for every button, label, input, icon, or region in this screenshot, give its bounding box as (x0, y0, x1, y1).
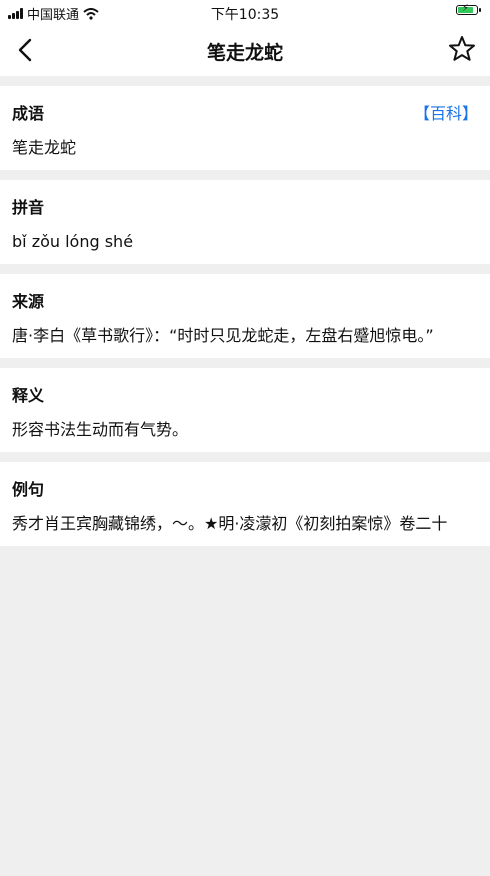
page-title: 笔走龙蛇 (206, 42, 283, 64)
section-title: 释义 (12, 386, 45, 405)
section-body: 秀才肖王宾胸藏锦绣，～。★明·凌濛初《初刻拍案惊》卷二十 (12, 514, 448, 533)
section-title: 成语 (12, 104, 45, 123)
section-title: 来源 (12, 292, 45, 311)
section-meaning: 释义 形容书法生动而有气势。 (0, 368, 490, 452)
section-body: 笔走龙蛇 (12, 138, 77, 157)
baike-link[interactable]: 【百科】 (414, 100, 478, 124)
section-body: 唐·李白《草书歌行》：“时时只见龙蛇走，左盘右蹙旭惊电。” (12, 326, 434, 345)
section-source: 来源 唐·李白《草书歌行》：“时时只见龙蛇走，左盘右蹙旭惊电。” (0, 274, 490, 358)
section-idiom: 成语 【百科】 笔走龙蛇 (0, 86, 490, 170)
section-title: 例句 (12, 480, 45, 499)
battery-icon: ⚡ (456, 3, 481, 15)
section-title: 拼音 (12, 198, 45, 217)
section-pinyin: 拼音 bǐ zǒu lóng shé (0, 180, 490, 264)
nav-bar: 笔走龙蛇 (0, 24, 490, 76)
status-time: 下午10:35 (210, 7, 280, 23)
section-example: 例句 秀才肖王宾胸藏锦绣，～。★明·凌濛初《初刻拍案惊》卷二十 (0, 462, 490, 546)
status-bar: 中国联通 下午10:35 ⚡ (0, 0, 490, 24)
star-icon[interactable] (448, 35, 476, 63)
section-body: 形容书法生动而有气势。 (12, 420, 189, 439)
section-body: bǐ zǒu lóng shé (12, 232, 134, 251)
